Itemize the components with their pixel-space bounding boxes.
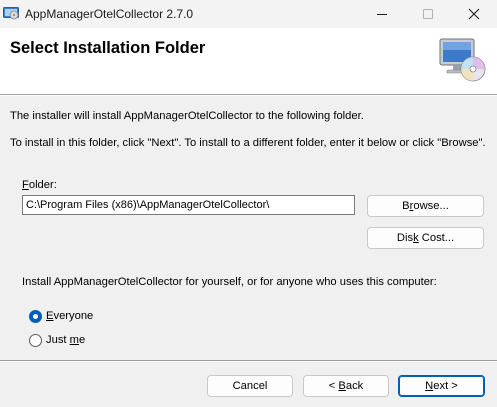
back-button[interactable]: < Back [303, 375, 389, 397]
browse-button[interactable]: Browse... [367, 195, 484, 217]
disk-cost-button[interactable]: Disk Cost... [367, 227, 484, 249]
next-button[interactable]: Next > [398, 375, 485, 397]
minimize-icon [377, 14, 387, 15]
close-button[interactable] [451, 0, 497, 28]
title-bar: AppManagerOtelCollector 2.7.0 [0, 0, 497, 28]
everyone-label[interactable]: Everyone [46, 310, 93, 322]
window-title: AppManagerOtelCollector 2.7.0 [25, 7, 194, 21]
header-banner: Select Installation Folder [0, 28, 497, 94]
intro-text: The installer will install AppManagerOte… [10, 110, 364, 122]
maximize-button[interactable] [405, 0, 451, 28]
cancel-button[interactable]: Cancel [207, 375, 293, 397]
close-icon [468, 8, 480, 20]
everyone-radio[interactable] [29, 310, 42, 323]
install-scope-text: Install AppManagerOtelCollector for your… [22, 276, 437, 288]
instructions-text: To install in this folder, click "Next".… [10, 137, 486, 149]
page-title: Select Installation Folder [10, 39, 206, 57]
just-me-radio[interactable] [29, 334, 42, 347]
computer-disc-icon [439, 38, 486, 82]
minimize-button[interactable] [359, 0, 405, 28]
maximize-icon [423, 9, 433, 19]
folder-path-input[interactable] [22, 195, 355, 215]
installer-icon [3, 7, 19, 21]
folder-label: Folder: [22, 179, 57, 191]
just-me-label[interactable]: Just me [46, 334, 85, 346]
